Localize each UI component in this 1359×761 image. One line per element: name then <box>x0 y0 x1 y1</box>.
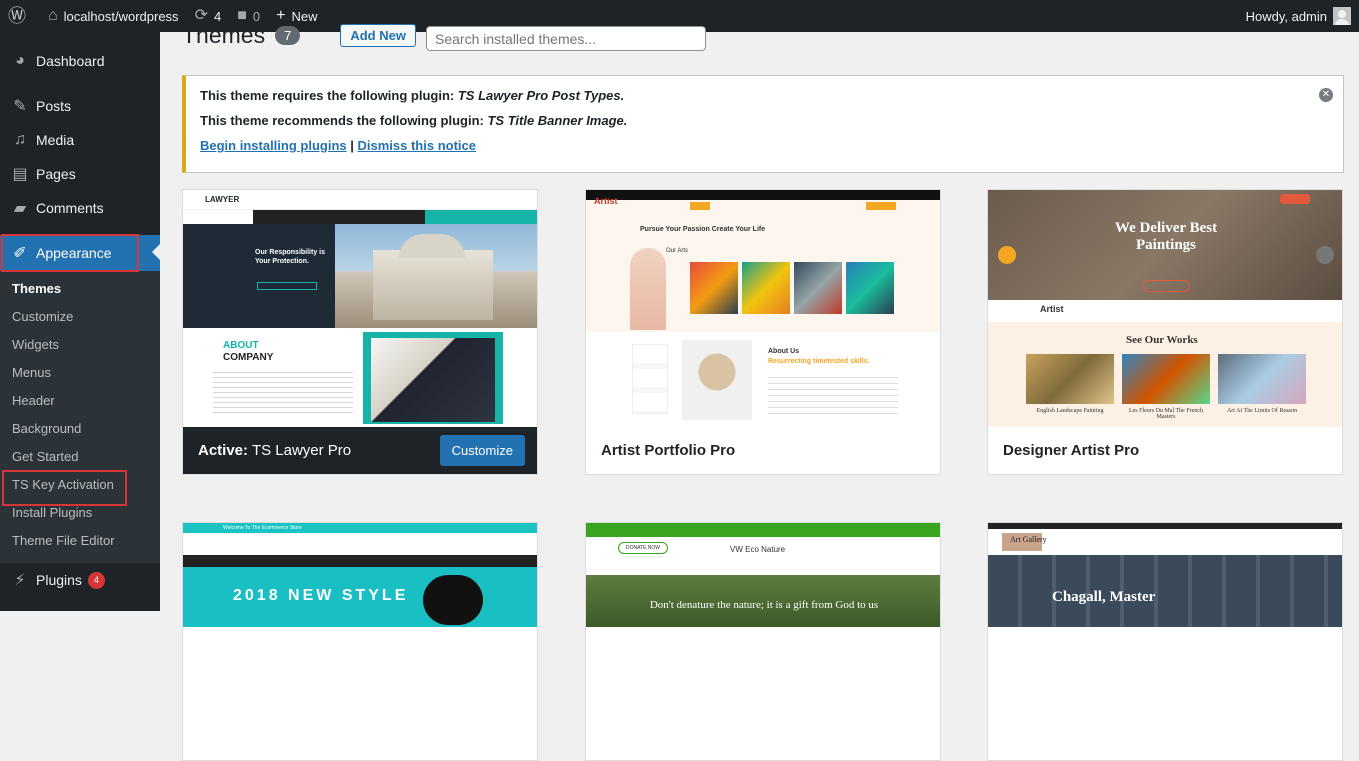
menu-dashboard[interactable]: ◕ Dashboard <box>0 44 160 78</box>
plugins-update-badge: 4 <box>87 571 105 589</box>
site-name-link[interactable]: ⌂ localhost/wordpress <box>40 0 187 32</box>
submenu-header[interactable]: Header <box>0 387 160 415</box>
admin-sidebar: ◕ Dashboard ✎ Posts ♫ Media ▤ Pages ▰ Comment… <box>0 32 160 611</box>
theme-count: 7 <box>275 26 301 45</box>
appearance-submenu: Themes Customize Widgets Menus Header Ba… <box>0 271 160 563</box>
submenu-customize[interactable]: Customize <box>0 303 160 331</box>
pin-icon: ✎ <box>13 98 27 115</box>
theme-card-vw-eco-nature[interactable]: DONATE NOW VW Eco Nature Don't denature … <box>585 522 941 761</box>
theme-card-art-gallery[interactable]: Art Gallery Chagall, Master <box>987 522 1343 761</box>
theme-card-designer-artist-pro[interactable]: We Deliver Best Paintings Artist See Our… <box>987 189 1343 475</box>
theme-screenshot: Artist Pursue Your Passion Create Your L… <box>586 190 940 427</box>
theme-card-ts-lawyer-pro[interactable]: LAWYER Our Responsibility is Your Protec… <box>182 189 538 475</box>
close-icon[interactable]: ✕ <box>1319 88 1333 102</box>
menu-plugins[interactable]: ⚡ Plugins 4 <box>0 563 160 597</box>
theme-name: Designer Artist Pro <box>1003 442 1140 459</box>
comment-icon: ▰ <box>13 200 27 217</box>
media-icon: ♫ <box>14 131 26 148</box>
title-row: Themes 7 Add New <box>182 22 416 49</box>
submenu-widgets[interactable]: Widgets <box>0 331 160 359</box>
plugin-notice: This theme requires the following plugin… <box>182 75 1344 173</box>
submenu-get-started[interactable]: Get Started <box>0 443 160 471</box>
highlight-ts-key-activation <box>2 470 127 506</box>
theme-screenshot: Welcome To The Ecommerce Store 2018 NEW … <box>183 523 537 760</box>
highlight-appearance <box>1 234 139 272</box>
submenu-menus[interactable]: Menus <box>0 359 160 387</box>
submenu-themes[interactable]: Themes <box>0 275 160 303</box>
add-new-button[interactable]: Add New <box>340 24 416 47</box>
theme-card-ecommerce[interactable]: Welcome To The Ecommerce Store 2018 NEW … <box>182 522 538 761</box>
theme-screenshot: DONATE NOW VW Eco Nature Don't denature … <box>586 523 940 760</box>
menu-posts[interactable]: ✎ Posts <box>0 89 160 123</box>
theme-name-bar: Active: TS Lawyer Pro Customize <box>183 427 537 474</box>
dashboard-icon: ◕ <box>15 52 25 69</box>
submenu-background[interactable]: Background <box>0 415 160 443</box>
theme-name: Artist Portfolio Pro <box>601 442 736 459</box>
search-input[interactable] <box>426 26 706 51</box>
pages-icon: ▤ <box>12 166 28 183</box>
menu-comments[interactable]: ▰ Comments <box>0 191 160 225</box>
main-content: Themes 7 Add New This theme requires the… <box>160 22 1359 761</box>
avatar <box>1333 7 1351 25</box>
account-menu[interactable]: Howdy, admin <box>1246 7 1359 25</box>
theme-screenshot: LAWYER Our Responsibility is Your Protec… <box>183 190 537 427</box>
wordpress-logo-icon[interactable]: Ⓦ <box>0 0 40 32</box>
page-title: Themes <box>182 22 266 48</box>
submenu-theme-file-editor[interactable]: Theme File Editor <box>0 527 160 555</box>
home-icon: ⌂ <box>48 7 58 24</box>
begin-installing-link[interactable]: Begin installing plugins <box>200 138 347 153</box>
theme-card-artist-portfolio-pro[interactable]: Artist Pursue Your Passion Create Your L… <box>585 189 941 475</box>
theme-screenshot: We Deliver Best Paintings Artist See Our… <box>988 190 1342 427</box>
customize-button[interactable]: Customize <box>439 435 525 466</box>
plug-icon: ⚡ <box>14 572 26 589</box>
menu-media[interactable]: ♫ Media <box>0 123 160 157</box>
menu-pages[interactable]: ▤ Pages <box>0 157 160 191</box>
theme-screenshot: Art Gallery Chagall, Master <box>988 523 1342 760</box>
dismiss-notice-link[interactable]: Dismiss this notice <box>358 138 476 153</box>
